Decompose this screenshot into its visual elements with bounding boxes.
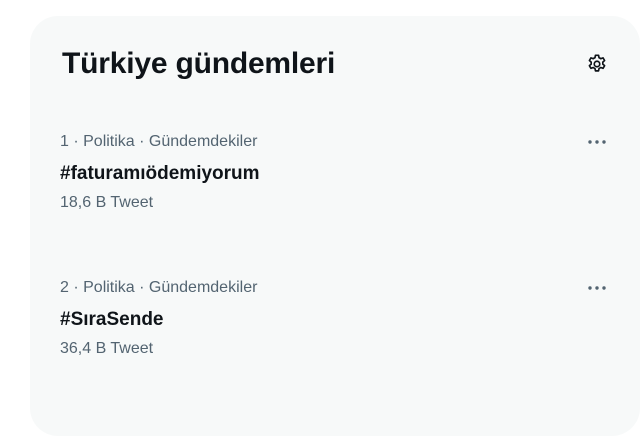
more-horizontal-icon <box>587 139 607 145</box>
more-horizontal-icon <box>587 285 607 291</box>
trend-count: 36,4 B Tweet <box>60 340 154 357</box>
trend-item[interactable]: 2 · Politika · Gündemdekiler #SıraSende … <box>60 278 614 359</box>
trend-count: 18,6 B Tweet <box>60 194 154 211</box>
trend-item[interactable]: 1 · Politika · Gündemdekiler #faturamıöd… <box>60 132 614 213</box>
trend-name: #SıraSende <box>60 309 164 330</box>
trend-meta: 1 · Politika · Gündemdekiler <box>60 133 258 150</box>
trends-title: Türkiye gündemleri <box>62 47 336 80</box>
trend-meta: 2 · Politika · Gündemdekiler <box>60 279 258 296</box>
settings-button[interactable] <box>580 47 614 81</box>
trends-header: Türkiye gündemleri <box>62 44 614 84</box>
more-button[interactable] <box>580 278 614 298</box>
more-button[interactable] <box>580 132 614 152</box>
trends-panel: Türkiye gündemleri 1 · Politika · Gündem… <box>30 16 640 436</box>
gear-icon <box>586 53 608 75</box>
trend-name: #faturamıödemiyorum <box>60 163 260 184</box>
